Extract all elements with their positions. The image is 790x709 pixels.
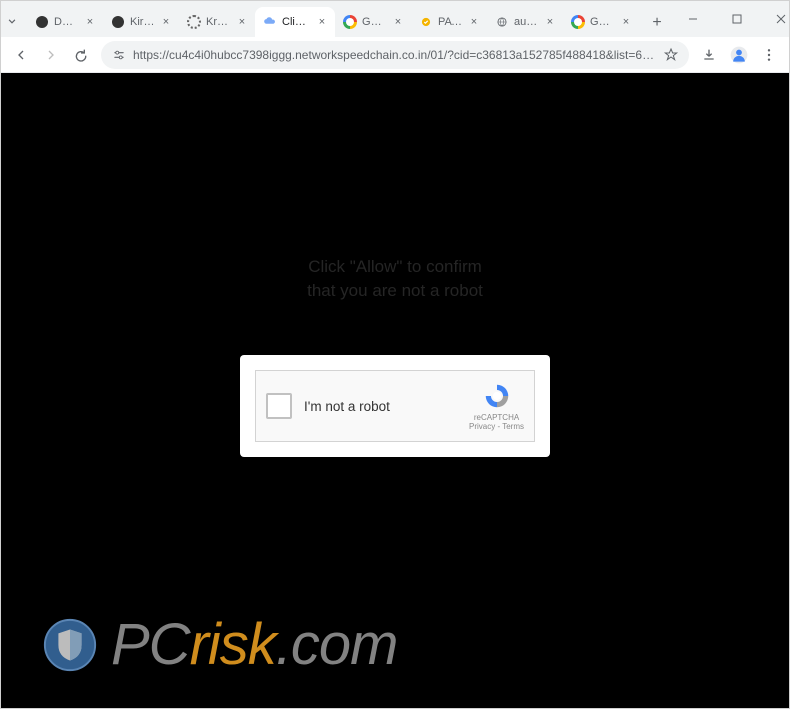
favicon-spinner-icon: [187, 15, 201, 29]
tab-6[interactable]: PAYMI ×: [411, 7, 487, 37]
site-settings-icon[interactable]: [111, 47, 127, 63]
captcha-card: I'm not a robot reCAPTCHA Privacy - Term…: [240, 355, 550, 457]
menu-button[interactable]: [755, 41, 783, 69]
favicon-google-icon: [343, 15, 357, 29]
captcha-label: I'm not a robot: [304, 399, 469, 414]
tab-8[interactable]: Googl ×: [563, 7, 639, 37]
tab-title: Googl: [590, 16, 615, 28]
title-bar: DOWN × KirisTV × Kraver × Click " × Goog…: [1, 1, 789, 37]
tab-title: KirisTV: [130, 16, 155, 28]
tab-2[interactable]: KirisTV ×: [103, 7, 179, 37]
favicon-google-icon: [571, 15, 585, 29]
tab-close-icon[interactable]: ×: [315, 15, 329, 29]
tab-title: PAYMI: [438, 16, 463, 28]
tab-title: Click ": [282, 16, 311, 28]
watermark-text: PCrisk.com: [111, 611, 397, 678]
address-bar[interactable]: https://cu4c4i0hubcc7398iggg.networkspee…: [101, 41, 689, 69]
tab-close-icon[interactable]: ×: [159, 15, 173, 29]
tab-title: DOWN: [54, 16, 79, 28]
tab-1[interactable]: DOWN ×: [27, 7, 103, 37]
prompt-text: Click "Allow" to confirm that you are no…: [307, 255, 483, 303]
tab-close-icon[interactable]: ×: [391, 15, 405, 29]
downloads-button[interactable]: [695, 41, 723, 69]
favicon-badge-icon: [419, 15, 433, 29]
tab-strip: DOWN × KirisTV × Kraver × Click " × Goog…: [23, 1, 671, 37]
tab-close-icon[interactable]: ×: [619, 15, 633, 29]
recaptcha-legal: Privacy - Terms: [469, 422, 524, 431]
close-window-button[interactable]: [759, 1, 790, 37]
tab-search-chevron[interactable]: [5, 8, 19, 34]
tab-close-icon[interactable]: ×: [83, 15, 97, 29]
watermark: PCrisk.com: [41, 611, 397, 678]
forward-button[interactable]: [37, 41, 65, 69]
toolbar: https://cu4c4i0hubcc7398iggg.networkspee…: [1, 37, 789, 73]
tab-title: auto-l: [514, 16, 539, 28]
captcha-checkbox[interactable]: [266, 393, 292, 419]
new-tab-button[interactable]: +: [643, 9, 671, 37]
favicon-circle-icon: [111, 15, 125, 29]
captcha-widget: I'm not a robot reCAPTCHA Privacy - Term…: [255, 370, 535, 442]
tab-4-active[interactable]: Click " ×: [255, 7, 335, 37]
url-text: https://cu4c4i0hubcc7398iggg.networkspee…: [133, 48, 657, 62]
minimize-button[interactable]: [671, 1, 715, 37]
page-content: Click "Allow" to confirm that you are no…: [1, 73, 789, 708]
window-controls: [671, 1, 790, 37]
watermark-shield-icon: [41, 616, 99, 674]
tab-close-icon[interactable]: ×: [235, 15, 249, 29]
tab-close-icon[interactable]: ×: [467, 15, 481, 29]
favicon-cloud-icon: [263, 15, 277, 29]
star-icon[interactable]: [663, 47, 679, 63]
tab-3[interactable]: Kraver ×: [179, 7, 255, 37]
favicon-globe-icon: [495, 15, 509, 29]
tab-close-icon[interactable]: ×: [543, 15, 557, 29]
maximize-button[interactable]: [715, 1, 759, 37]
recaptcha-badge: reCAPTCHA Privacy - Terms: [469, 381, 524, 431]
tab-5[interactable]: Googl ×: [335, 7, 411, 37]
tab-title: Kraver: [206, 16, 231, 28]
browser-window: DOWN × KirisTV × Kraver × Click " × Goog…: [0, 0, 790, 709]
reload-button[interactable]: [67, 41, 95, 69]
tab-7[interactable]: auto-l ×: [487, 7, 563, 37]
back-button[interactable]: [7, 41, 35, 69]
recaptcha-icon: [482, 381, 512, 411]
favicon-circle-icon: [35, 15, 49, 29]
profile-button[interactable]: [725, 41, 753, 69]
tab-title: Googl: [362, 16, 387, 28]
recaptcha-brand: reCAPTCHA: [474, 413, 519, 422]
